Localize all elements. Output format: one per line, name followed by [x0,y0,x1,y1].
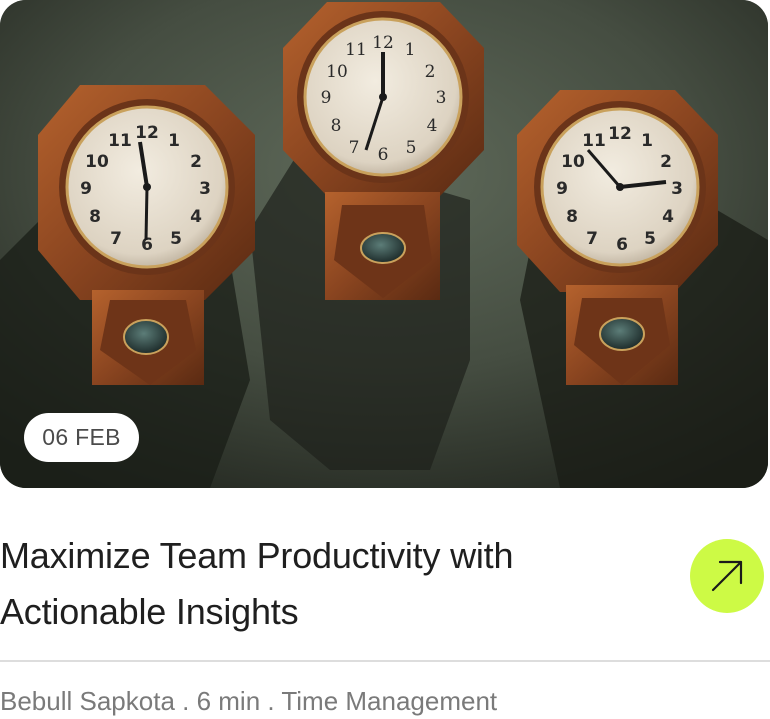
svg-text:7: 7 [110,229,122,249]
svg-text:3: 3 [199,179,211,199]
svg-text:8: 8 [331,116,342,136]
svg-text:1: 1 [641,131,653,151]
svg-text:4: 4 [662,207,674,227]
svg-text:5: 5 [644,229,656,249]
date-badge: 06 FEB [24,413,139,462]
open-article-button[interactable] [690,539,764,613]
svg-text:1: 1 [405,40,416,60]
svg-text:11: 11 [582,131,606,151]
svg-text:10: 10 [326,62,348,82]
meta-separator: . [174,686,197,716]
svg-text:9: 9 [556,179,568,199]
svg-text:10: 10 [561,152,585,172]
svg-text:3: 3 [671,179,683,199]
svg-text:4: 4 [190,207,202,227]
meta-separator: . [260,686,282,716]
svg-text:8: 8 [89,207,101,227]
svg-text:4: 4 [427,116,438,136]
svg-text:9: 9 [321,88,332,108]
author-name[interactable]: Bebull Sapkota [0,686,175,716]
svg-text:7: 7 [586,229,598,249]
svg-text:6: 6 [616,235,628,255]
article-title[interactable]: Maximize Team Productivity with Actionab… [0,528,640,640]
svg-text:1: 1 [168,131,180,151]
svg-text:2: 2 [660,152,672,172]
blog-card[interactable]: 12 11 1 10 2 9 3 8 4 7 6 5 12 11 1 10 2 … [0,0,770,719]
svg-text:5: 5 [170,229,182,249]
svg-text:10: 10 [85,152,109,172]
svg-text:2: 2 [425,62,436,82]
svg-text:7: 7 [349,138,360,158]
read-time: 6 min [196,686,261,716]
svg-text:9: 9 [80,179,92,199]
category-tag[interactable]: Time Management [281,686,497,716]
svg-text:3: 3 [436,88,447,108]
svg-text:11: 11 [108,131,132,151]
divider [0,660,770,662]
svg-text:6: 6 [378,145,389,165]
arrow-up-right-icon [711,560,743,592]
svg-text:5: 5 [406,138,417,158]
svg-text:8: 8 [566,207,578,227]
article-meta: Bebull Sapkota . 6 min . Time Management [0,683,497,719]
svg-text:12: 12 [135,123,159,143]
svg-text:11: 11 [345,40,367,60]
hero-image[interactable]: 12 11 1 10 2 9 3 8 4 7 6 5 12 11 1 10 2 … [0,0,768,488]
svg-text:12: 12 [608,124,632,144]
svg-text:12: 12 [372,33,394,53]
svg-text:2: 2 [190,152,202,172]
